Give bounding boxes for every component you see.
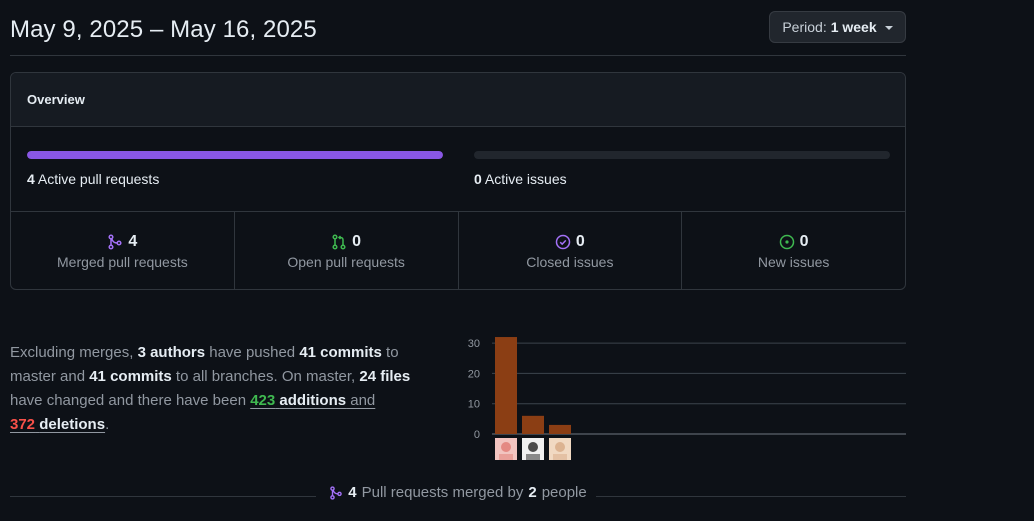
commits-by-author-chart: 0 10 20 30	[468, 337, 906, 460]
closed-issue-icon	[555, 234, 571, 249]
period-dropdown-button[interactable]: Period: 1 week	[769, 11, 906, 43]
new-issues-label: New issues	[757, 253, 830, 270]
author-avatar[interactable]	[549, 438, 571, 460]
commit-summary: Excluding merges, 3 authors have pushed …	[10, 341, 440, 437]
y-tick-label: 30	[468, 338, 480, 350]
pull-requests-progress-track	[27, 151, 443, 159]
deletions-word: deletions	[39, 416, 106, 433]
stat-merged-pull-requests[interactable]: 4 Merged pull requests	[11, 212, 235, 289]
activity-bars: 4 Active pull requests 0 Active issues	[11, 127, 905, 212]
footer-text: people	[541, 484, 587, 501]
stat-closed-issues[interactable]: 0 Closed issues	[459, 212, 683, 289]
merge-icon	[330, 485, 343, 500]
summary-text: Excluding merges,	[10, 344, 138, 361]
y-tick-label: 10	[468, 399, 480, 411]
page-title: May 9, 2025 – May 16, 2025	[10, 16, 317, 43]
bar[interactable]	[549, 424, 571, 434]
new-issues-count: 0	[799, 232, 809, 250]
summary-text: have pushed	[205, 344, 300, 361]
active-pull-requests[interactable]: 4 Active pull requests	[27, 151, 443, 187]
merge-icon	[108, 233, 122, 250]
merged-pr-footer: 4 Pull requests merged by 2 people	[0, 484, 916, 504]
bar[interactable]	[495, 337, 517, 434]
merged-pull-requests-label: Merged pull requests	[57, 253, 188, 270]
deletions-count: 372	[10, 416, 36, 433]
authors-link[interactable]: 3 authors	[138, 344, 206, 361]
commits-master-link[interactable]: 41 commits	[299, 344, 382, 361]
author-avatar[interactable]	[495, 438, 517, 460]
active-pull-requests-count: 4	[27, 171, 35, 187]
active-issues-label: 0 Active issues	[474, 171, 890, 187]
additions-count: 423	[250, 392, 276, 409]
period-value: 1 week	[830, 19, 877, 35]
deletions-link[interactable]: 372 deletions	[10, 416, 105, 433]
active-issues-count: 0	[474, 171, 482, 187]
footer-text: Pull requests merged by	[361, 484, 524, 501]
new-issue-icon	[779, 234, 794, 249]
overview-header: Overview	[11, 73, 905, 127]
merged-pull-requests-count: 4	[128, 232, 138, 250]
period-prefix: Period:	[782, 19, 827, 35]
open-pr-icon	[332, 233, 346, 250]
stat-new-issues[interactable]: 0 New issues	[682, 212, 905, 289]
summary-text: to all branches. On master,	[171, 368, 360, 385]
people-count: 2	[528, 484, 537, 501]
active-pull-requests-text: Active pull requests	[37, 171, 160, 187]
open-pull-requests-label: Open pull requests	[287, 253, 405, 270]
closed-issues-count: 0	[575, 232, 585, 250]
bar[interactable]	[522, 415, 544, 434]
summary-text: and	[346, 392, 376, 409]
summary-text: have changed and there have been	[10, 392, 251, 409]
issues-progress-track	[474, 151, 890, 159]
additions-word: additions	[279, 392, 347, 409]
y-tick-label: 20	[468, 368, 480, 380]
commits-all-link[interactable]: 41 commits	[89, 368, 172, 385]
additions-link[interactable]: 423 additions	[250, 392, 346, 409]
open-pull-requests-count: 0	[352, 232, 362, 250]
overview-panel: Overview 4 Active pull requests 0 Active…	[10, 72, 906, 290]
active-issues[interactable]: 0 Active issues	[474, 151, 890, 187]
active-issues-text: Active issues	[484, 171, 567, 187]
y-tick-label: 0	[474, 429, 480, 441]
merged-pr-count: 4	[348, 484, 357, 501]
caret-down-icon	[884, 26, 893, 30]
stat-open-pull-requests[interactable]: 0 Open pull requests	[235, 212, 459, 289]
summary-text: .	[105, 416, 110, 433]
author-avatar[interactable]	[522, 438, 544, 460]
files-link[interactable]: 24 files	[359, 368, 410, 385]
title-divider	[10, 55, 906, 56]
active-pull-requests-label: 4 Active pull requests	[27, 171, 443, 187]
overview-stats: 4 Merged pull requests 0 Open pull reque…	[11, 212, 905, 289]
closed-issues-label: Closed issues	[526, 253, 614, 270]
pull-requests-progress-fill	[27, 151, 443, 159]
